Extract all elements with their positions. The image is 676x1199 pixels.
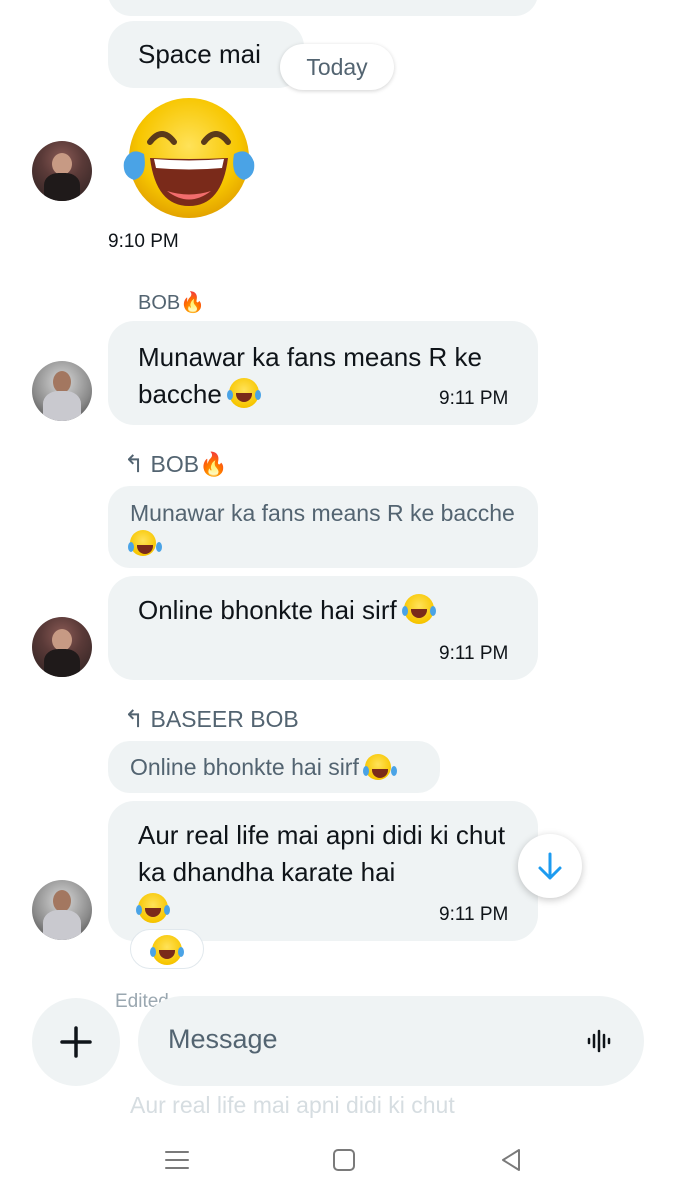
message-bubble[interactable]: Space mai	[108, 21, 304, 88]
quoted-message[interactable]: Munawar ka fans means R ke bacche	[108, 486, 538, 568]
timestamp: 9:11 PM	[439, 904, 509, 925]
message-bubble[interactable]: Aur real life mai apni didi ki chut ka d…	[108, 801, 538, 941]
menu-icon[interactable]	[163, 1146, 191, 1174]
laughing-emoji-icon	[128, 530, 156, 556]
android-nav-bar	[0, 1120, 676, 1199]
laughing-emoji-icon	[227, 378, 260, 408]
date-chip-label: Today	[306, 54, 368, 80]
laughing-emoji-icon	[136, 893, 168, 923]
message-input[interactable]: Message	[138, 996, 644, 1086]
back-icon[interactable]	[497, 1146, 525, 1174]
timestamp: 9:10 PM	[108, 231, 179, 252]
message-text: Munawar ka fans means R ke bacche	[138, 342, 482, 409]
message-text: Online bhonkte hai sirf	[138, 592, 434, 629]
laughing-emoji-icon	[401, 594, 434, 624]
reply-arrow-icon: ↰	[124, 706, 145, 733]
quoted-message[interactable]: Online bhonkte hai sirf	[108, 741, 440, 793]
waveform-icon[interactable]	[585, 1027, 613, 1055]
reaction-chip[interactable]	[130, 929, 204, 969]
laughing-emoji-icon	[150, 935, 182, 965]
scroll-down-button[interactable]	[518, 834, 582, 898]
reply-to-name: BASEER BOB	[150, 706, 299, 732]
arrow-down-icon	[538, 852, 562, 880]
avatar[interactable]	[32, 617, 92, 677]
home-icon[interactable]	[330, 1146, 358, 1174]
reply-to-name: BOB🔥	[150, 451, 228, 477]
faded-message-preview: Aur real life mai apni didi ki chut	[130, 1092, 455, 1118]
message-input-placeholder: Message	[168, 1024, 278, 1054]
plus-icon	[60, 1026, 92, 1058]
message-bubble[interactable]: Munawar ka fans means R ke bacche 9:11 P…	[108, 321, 538, 425]
avatar[interactable]	[32, 361, 92, 421]
reply-header: ↰ BASEER BOB	[124, 705, 299, 734]
reply-arrow-icon: ↰	[124, 451, 145, 478]
timestamp: 9:11 PM	[439, 643, 509, 664]
laughing-emoji-icon	[363, 754, 392, 780]
add-button[interactable]	[32, 998, 120, 1086]
quoted-text: Munawar ka fans means R ke bacche	[130, 500, 515, 526]
quoted-text: Online bhonkte hai sirf	[130, 754, 359, 780]
message-bubble-partial[interactable]	[108, 0, 538, 16]
laughing-emoji-icon	[122, 96, 256, 220]
sender-name: BOB🔥	[138, 292, 206, 314]
avatar[interactable]	[32, 141, 92, 201]
message-bubble[interactable]: Online bhonkte hai sirf 9:11 PM	[108, 576, 538, 680]
date-chip: Today	[280, 44, 394, 90]
avatar[interactable]	[32, 880, 92, 940]
reply-header: ↰ BOB🔥	[124, 450, 228, 479]
message-text: Space mai	[138, 39, 261, 69]
timestamp: 9:11 PM	[439, 388, 509, 409]
